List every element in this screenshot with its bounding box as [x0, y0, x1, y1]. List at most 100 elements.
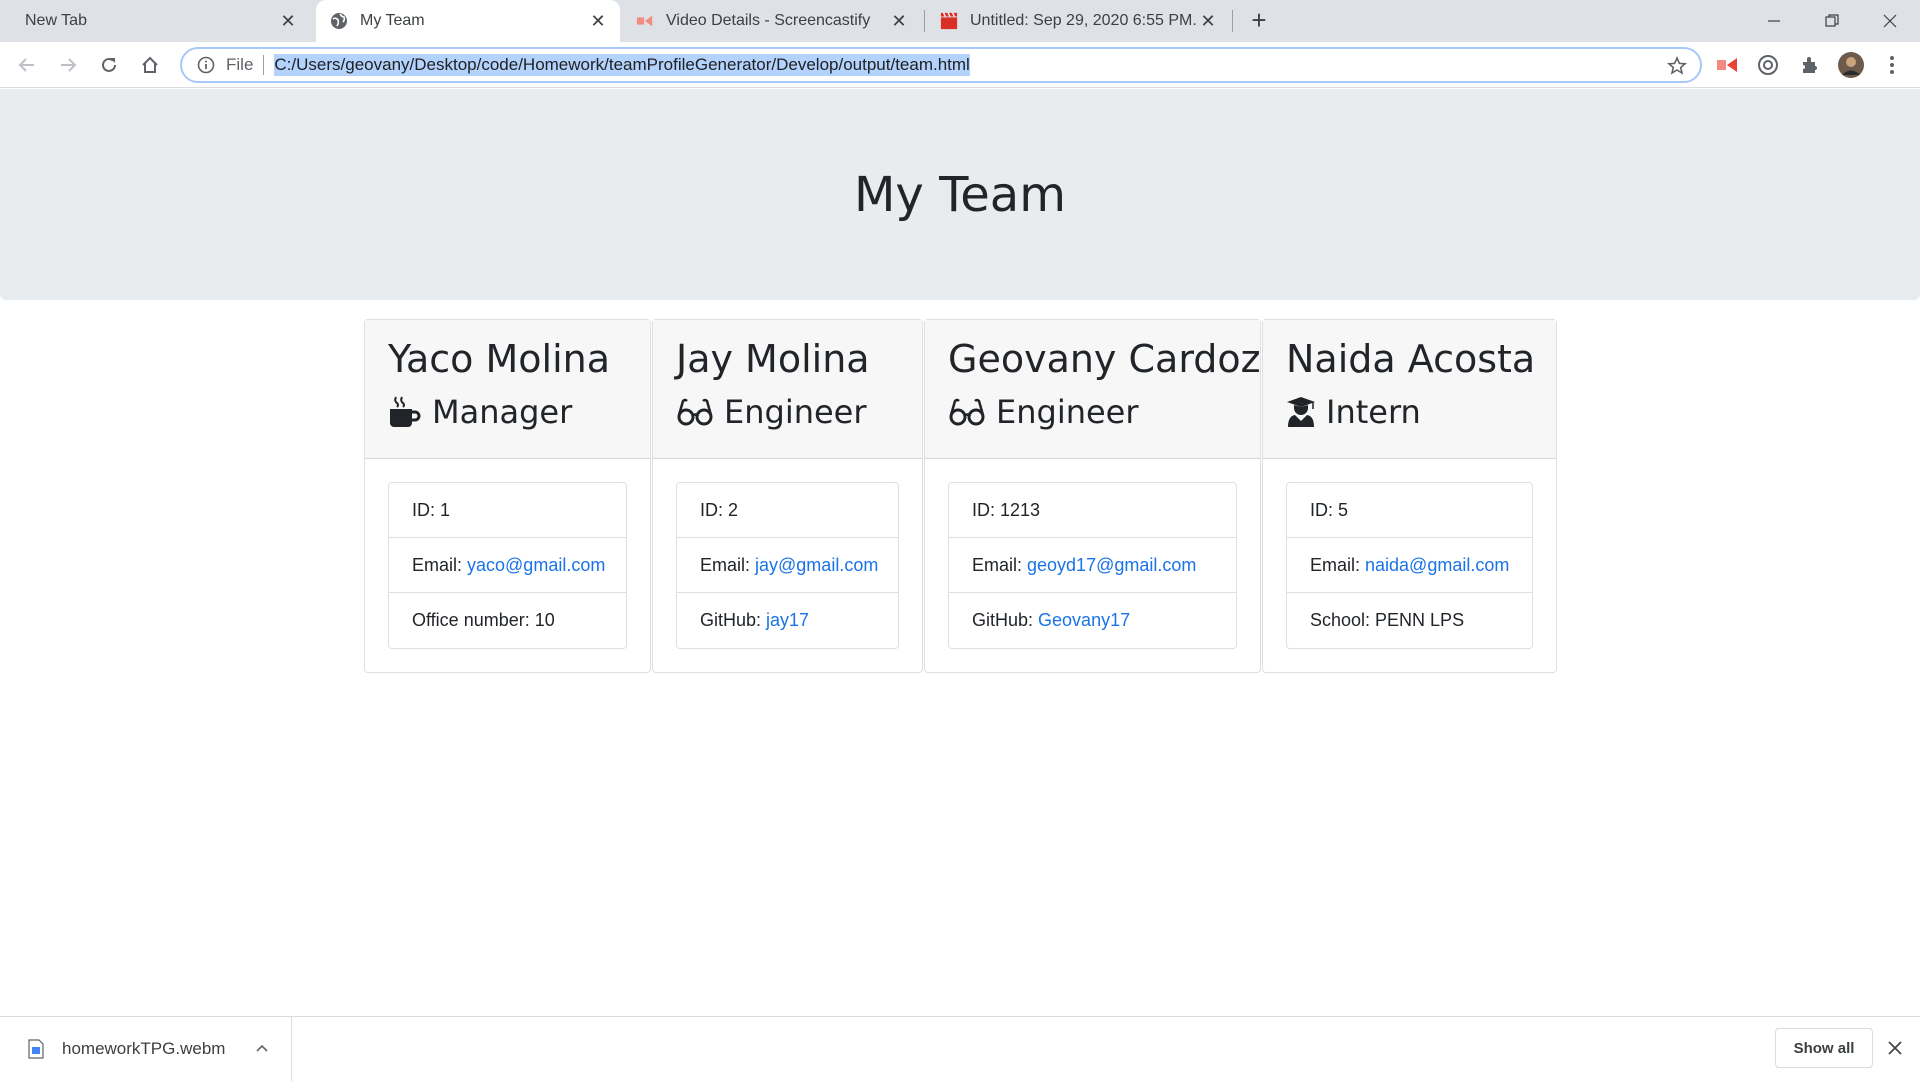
page-title: My Team — [854, 166, 1066, 223]
office-number-text: Office number: 10 — [412, 610, 555, 630]
url-text[interactable]: C:/Users/geovany/Desktop/code/Homework/t… — [274, 54, 970, 76]
employee-id: ID: 2 — [677, 483, 898, 538]
page-header: My Team — [0, 89, 1920, 300]
github-label: GitHub: — [700, 610, 762, 630]
tab-untitled-video[interactable]: Untitled: Sep 29, 2020 6:55 PM.w ✕ — [930, 0, 1230, 42]
school-text: School: PENN LPS — [1310, 610, 1465, 630]
tab-separator — [924, 10, 925, 32]
card-header: Geovany Cardoza Engineer — [925, 320, 1284, 459]
screencastify-icon — [636, 12, 654, 30]
close-icon[interactable]: ✕ — [276, 9, 300, 33]
restore-button[interactable] — [1803, 0, 1861, 42]
employee-name: Naida Acosta — [1286, 337, 1536, 381]
reload-button[interactable] — [94, 50, 124, 80]
extensions-puzzle-icon[interactable] — [1795, 50, 1825, 80]
employee-details: ID: 2 Email: jay@gmail.com GitHub: jay17 — [676, 482, 899, 649]
card-header: Jay Molina Engineer — [653, 320, 922, 459]
minimize-button[interactable] — [1745, 0, 1803, 42]
email-link[interactable]: jay@gmail.com — [755, 555, 878, 576]
card-body: ID: 2 Email: jay@gmail.com GitHub: jay17 — [653, 459, 922, 672]
close-icon[interactable]: ✕ — [1196, 9, 1220, 33]
tab-title: New Tab — [25, 12, 87, 29]
employee-details: ID: 1213 Email: geoyd17@gmail.com GitHub:… — [948, 482, 1237, 649]
close-icon[interactable] — [1882, 1035, 1908, 1061]
tab-new-tab[interactable]: New Tab ✕ — [10, 0, 310, 42]
employee-card: Yaco Molina Manager ID: 1 Email: yaco@gma… — [364, 319, 651, 673]
globe-icon — [330, 12, 348, 30]
role-label: Engineer — [724, 393, 867, 431]
forward-button[interactable] — [53, 50, 83, 80]
github-link[interactable]: jay17 — [766, 610, 809, 631]
back-button[interactable] — [12, 50, 42, 80]
tab-title: Video Details - Screencastify — [666, 12, 871, 29]
email-label: Email: — [700, 554, 751, 575]
id-text: ID: 1 — [412, 499, 451, 520]
clapperboard-icon — [940, 12, 958, 30]
employee-name: Jay Molina — [676, 337, 870, 381]
glasses-icon — [677, 398, 713, 426]
employee-email: Email: naida@gmail.com — [1287, 538, 1532, 593]
employee-card: Naida Acosta Intern ID: 5 Email: naida@gm… — [1262, 319, 1557, 673]
employee-office-number: Office number: 10 — [389, 593, 626, 648]
close-icon[interactable]: ✕ — [586, 9, 610, 33]
employee-id: ID: 5 — [1287, 483, 1532, 538]
employee-details: ID: 1 Email: yaco@gmail.com Office number… — [388, 482, 627, 649]
employee-school: School: PENN LPS — [1287, 593, 1532, 648]
screencastify-extension-icon[interactable] — [1712, 50, 1742, 80]
role-label: Intern — [1326, 393, 1421, 431]
id-text: ID: 1213 — [972, 499, 1041, 520]
tab-title: My Team — [360, 12, 425, 29]
employee-card: Geovany Cardoza Engineer ID: 1213 Email:… — [924, 319, 1284, 673]
browser-toolbar: File C:/Users/geovany/Desktop/code/Homew… — [0, 42, 1920, 88]
employee-email: Email: jay@gmail.com — [677, 538, 898, 593]
employee-role: Manager — [388, 389, 627, 435]
employee-github: GitHub: jay17 — [677, 593, 898, 648]
menu-kebab-icon[interactable] — [1877, 50, 1907, 80]
chevron-up-icon[interactable] — [247, 1040, 277, 1058]
employee-name: Yaco Molina — [388, 337, 611, 381]
download-file-name: homeworkTPG.webm — [62, 1039, 226, 1058]
close-icon[interactable]: ✕ — [887, 9, 911, 33]
role-label: Engineer — [996, 393, 1139, 431]
info-icon[interactable] — [196, 55, 216, 75]
bookmark-star-icon[interactable] — [1666, 55, 1688, 77]
download-item[interactable]: homeworkTPG.webm — [0, 1017, 292, 1081]
github-label: GitHub: — [972, 610, 1034, 630]
email-link[interactable]: yaco@gmail.com — [467, 555, 605, 576]
new-tab-button[interactable]: + — [1245, 7, 1273, 35]
team-cards: Yaco Molina Manager ID: 1 Email: yaco@gma… — [364, 319, 1558, 673]
employee-role: Intern — [1286, 389, 1533, 435]
employee-details: ID: 5 Email: naida@gmail.com School: PENN… — [1286, 482, 1533, 649]
mug-icon — [390, 396, 421, 427]
email-label: Email: — [972, 554, 1023, 575]
employee-role: Engineer — [676, 389, 899, 435]
employee-name: Geovany Cardoza — [948, 337, 1284, 381]
show-all-button[interactable]: Show all — [1775, 1028, 1873, 1068]
tab-separator — [1232, 10, 1233, 32]
employee-role: Engineer — [948, 389, 1237, 435]
extension-circle-icon[interactable] — [1753, 50, 1783, 80]
employee-email: Email: geoyd17@gmail.com — [949, 538, 1236, 593]
email-label: Email: — [412, 554, 463, 575]
url-scheme-label: File — [226, 55, 265, 75]
employee-card: Jay Molina Engineer ID: 2 Email: jay@gmai… — [652, 319, 923, 673]
email-link[interactable]: naida@gmail.com — [1365, 555, 1509, 576]
file-icon — [28, 1039, 44, 1059]
glasses-icon — [949, 398, 985, 426]
email-link[interactable]: geoyd17@gmail.com — [1027, 555, 1196, 576]
tab-screencastify[interactable]: Video Details - Screencastify ✕ — [626, 0, 921, 42]
download-bar: homeworkTPG.webm Show all — [0, 1016, 1920, 1081]
home-button[interactable] — [135, 50, 165, 80]
window-close-button[interactable] — [1861, 0, 1919, 42]
card-header: Yaco Molina Manager — [365, 320, 650, 459]
id-text: ID: 2 — [700, 499, 739, 520]
tab-title: Untitled: Sep 29, 2020 6:55 PM.w — [970, 12, 1196, 29]
card-header: Naida Acosta Intern — [1263, 320, 1556, 459]
employee-github: GitHub: Geovany17 — [949, 593, 1236, 648]
address-bar[interactable]: File C:/Users/geovany/Desktop/code/Homew… — [180, 47, 1702, 83]
email-label: Email: — [1310, 554, 1361, 575]
tab-my-team[interactable]: My Team ✕ — [316, 0, 620, 42]
employee-email: Email: yaco@gmail.com — [389, 538, 626, 593]
github-link[interactable]: Geovany17 — [1038, 610, 1130, 631]
profile-avatar[interactable] — [1836, 50, 1866, 80]
